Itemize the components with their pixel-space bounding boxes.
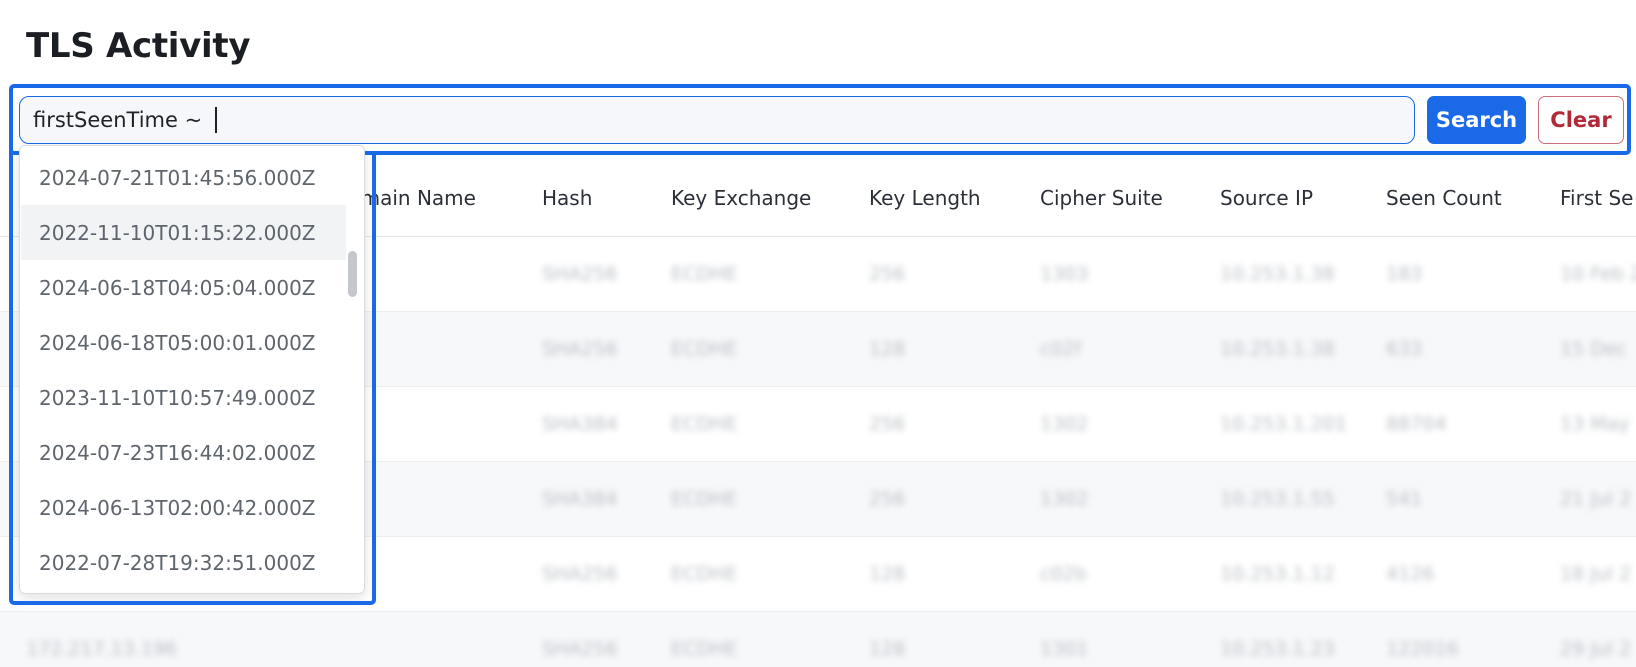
cell-key-length: 128 <box>869 638 906 660</box>
cell-first-seen: 10 Feb 2 <box>1560 263 1636 285</box>
cell-seen-count: 183 <box>1386 263 1423 285</box>
cell-first-seen: 13 May <box>1560 413 1630 435</box>
cell-hash: SHA384 <box>542 413 618 435</box>
suggestion-item[interactable]: 2024-06-13T02:00:42.000Z <box>21 480 346 535</box>
cell-source-ip: 10.253.1.201 <box>1220 413 1347 435</box>
cell-key-length: 128 <box>869 563 906 585</box>
suggestion-item[interactable]: 2024-07-21T01:45:56.000Z <box>21 150 346 205</box>
cell-source-ip: 10.253.1.23 <box>1220 638 1335 660</box>
column-header-cipher-suite[interactable]: Cipher Suite <box>1040 186 1163 210</box>
column-header-key-length[interactable]: Key Length <box>869 186 981 210</box>
cell-key-exchange: ECDHE <box>671 413 738 435</box>
cell-source-ip: 10.253.1.55 <box>1220 488 1335 510</box>
cell-cipher-suite: c02b <box>1040 563 1087 585</box>
cell-key-exchange: ECDHE <box>671 563 738 585</box>
cell-first-seen: 15 Dec <box>1560 338 1627 360</box>
cell-cipher-suite: 1302 <box>1040 488 1089 510</box>
suggestion-item[interactable]: 2023-11-10T10:57:49.000Z <box>21 370 346 425</box>
cell-seen-count: 122016 <box>1386 638 1459 660</box>
cell-key-length: 256 <box>869 413 906 435</box>
cell-cipher-suite: 1301 <box>1040 638 1089 660</box>
cell-cipher-suite: 1302 <box>1040 413 1089 435</box>
suggestion-item[interactable]: 2022-07-28T19:32:51.000Z <box>21 535 346 590</box>
table-row[interactable]: 172.217.13.196 SHA256 ECDHE 128 1301 10.… <box>0 612 1636 667</box>
suggestion-item[interactable]: 2024-06-18T05:00:01.000Z <box>21 315 346 370</box>
column-header-key-exchange[interactable]: Key Exchange <box>671 186 811 210</box>
cell-seen-count: 4126 <box>1386 563 1435 585</box>
suggestion-item[interactable]: 2024-07-23T16:44:02.000Z <box>21 425 346 480</box>
dropdown-scrollbar-thumb[interactable] <box>348 251 357 297</box>
column-header-seen-count[interactable]: Seen Count <box>1386 186 1502 210</box>
cell-key-length: 256 <box>869 263 906 285</box>
cell-source-ip: 10.253.1.38 <box>1220 338 1335 360</box>
suggestion-item[interactable]: 2022-11-10T01:15:22.000Z <box>21 205 346 260</box>
cell-key-exchange: ECDHE <box>671 263 738 285</box>
column-header-source-ip[interactable]: Source IP <box>1220 186 1313 210</box>
cell-hash: SHA384 <box>542 488 618 510</box>
cell-first-seen: 29 Jul 2 <box>1560 638 1632 660</box>
cell-seen-count: 88704 <box>1386 413 1447 435</box>
cell-hash: SHA256 <box>542 638 618 660</box>
cell-seen-count: 633 <box>1386 338 1423 360</box>
cell-cipher-suite: c02f <box>1040 338 1082 360</box>
clear-button[interactable]: Clear <box>1538 96 1624 144</box>
search-button[interactable]: Search <box>1427 96 1526 144</box>
suggestion-item[interactable]: 2024-06-18T04:05:04.000Z <box>21 260 346 315</box>
cell-key-exchange: ECDHE <box>671 338 738 360</box>
page-title: TLS Activity <box>26 26 251 66</box>
cell-key-length: 256 <box>869 488 906 510</box>
autocomplete-dropdown[interactable]: 2024-07-21T01:45:56.000Z 2022-11-10T01:1… <box>19 145 365 594</box>
cell-key-exchange: ECDHE <box>671 488 738 510</box>
cell-source-ip: 10.253.1.38 <box>1220 263 1335 285</box>
cell-source-ip: 10.253.1.12 <box>1220 563 1335 585</box>
search-input-value: firstSeenTime ~ <box>33 108 209 132</box>
cell-hash: SHA256 <box>542 563 618 585</box>
search-input[interactable]: firstSeenTime ~ <box>19 96 1415 144</box>
cell-hash: SHA256 <box>542 338 618 360</box>
cell-domain: 172.217.13.196 <box>26 638 178 660</box>
cell-key-exchange: ECDHE <box>671 638 738 660</box>
cell-first-seen: 21 Jul 2 <box>1560 488 1632 510</box>
column-header-first-seen[interactable]: First Se <box>1560 186 1633 210</box>
cell-hash: SHA256 <box>542 263 618 285</box>
text-caret <box>214 107 217 133</box>
column-header-hash[interactable]: Hash <box>542 186 592 210</box>
cell-first-seen: 18 Jul 2 <box>1560 563 1632 585</box>
cell-seen-count: 541 <box>1386 488 1423 510</box>
cell-cipher-suite: 1303 <box>1040 263 1089 285</box>
cell-key-length: 128 <box>869 338 906 360</box>
